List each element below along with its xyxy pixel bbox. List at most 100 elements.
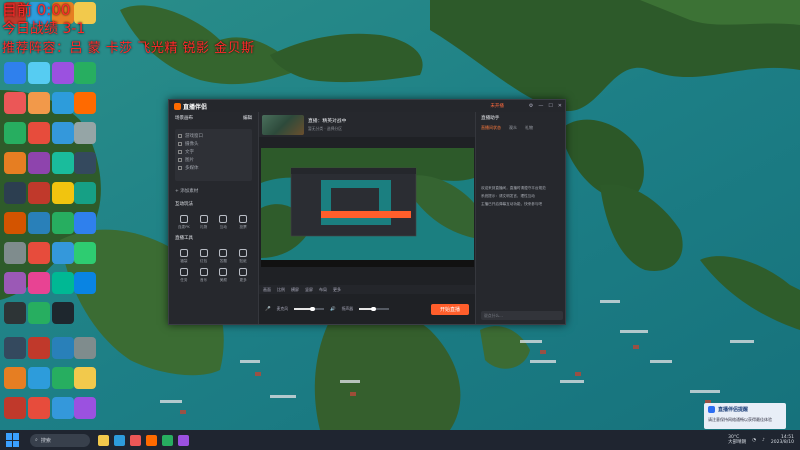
taskbar-app-icon[interactable] <box>98 434 109 446</box>
desktop-icon[interactable] <box>4 122 26 144</box>
taskbar-search[interactable]: ⌕ 搜索 <box>30 433 90 447</box>
tool-button[interactable]: 更多 <box>234 268 252 283</box>
checkbox-icon[interactable] <box>178 142 182 146</box>
desktop-icon[interactable] <box>74 62 96 84</box>
desktop-icon[interactable] <box>74 272 96 294</box>
toolbar-item[interactable]: 比例 <box>277 287 285 293</box>
desktop-icon[interactable] <box>74 397 96 419</box>
taskbar-app-icon[interactable] <box>178 434 189 446</box>
clock[interactable]: 14:51 2023/8/10 <box>771 435 794 446</box>
desktop-icon[interactable] <box>28 242 50 264</box>
desktop-icon[interactable] <box>28 212 50 234</box>
checkbox-icon[interactable] <box>178 158 182 162</box>
list-item[interactable]: 文字 <box>178 148 249 156</box>
desktop-icon[interactable] <box>28 92 50 114</box>
minimize-icon[interactable]: — <box>538 103 543 109</box>
app-title-bar[interactable]: 直播伴侣 未开播 ⚙ — ☐ ✕ <box>169 100 565 112</box>
desktop-icon[interactable] <box>52 272 74 294</box>
tool-button[interactable]: 红包 <box>195 249 213 264</box>
start-button[interactable] <box>6 433 20 447</box>
tool-button[interactable]: 投票 <box>234 215 252 230</box>
desktop-icon[interactable] <box>4 397 26 419</box>
chat-input[interactable]: 说点什么... <box>481 311 563 320</box>
desktop-icon[interactable] <box>74 242 96 264</box>
desktop-icon[interactable] <box>74 152 96 174</box>
desktop-icon[interactable] <box>52 122 74 144</box>
tool-button[interactable]: 贴纸 <box>234 249 252 264</box>
tool-button[interactable]: 互动 <box>215 215 233 230</box>
room-cover-thumbnail[interactable] <box>262 114 304 135</box>
tool-button[interactable]: 音乐 <box>195 268 213 283</box>
desktop-icon[interactable] <box>28 302 50 324</box>
toolbar-item[interactable]: 布局 <box>319 287 327 293</box>
toolbar-item[interactable]: 更多 <box>333 287 341 293</box>
list-item[interactable]: 图片 <box>178 156 249 164</box>
tab-status[interactable]: 直播间状态 <box>481 125 501 131</box>
list-item[interactable]: 游戏窗口 <box>178 132 249 140</box>
desktop-icon[interactable] <box>52 367 74 389</box>
checkbox-icon[interactable] <box>178 166 182 170</box>
close-icon[interactable]: ✕ <box>558 103 562 109</box>
tab-gifts[interactable]: 礼物 <box>525 125 533 131</box>
desktop-icon[interactable] <box>4 337 26 359</box>
speaker-volume-slider[interactable] <box>359 306 389 312</box>
checkbox-icon[interactable] <box>178 134 182 138</box>
desktop-icon[interactable] <box>52 337 74 359</box>
maximize-icon[interactable]: ☐ <box>548 103 552 109</box>
desktop-icon[interactable] <box>52 212 74 234</box>
mic-volume-slider[interactable] <box>294 306 324 312</box>
desktop-icon[interactable] <box>52 62 74 84</box>
toolbar-item[interactable]: 竖屏 <box>305 287 313 293</box>
live-preview-canvas[interactable] <box>261 148 474 267</box>
desktop-icon[interactable] <box>74 92 96 114</box>
volume-icon[interactable]: ♪ <box>762 438 765 443</box>
desktop-icon[interactable] <box>4 272 26 294</box>
tool-button[interactable]: 礼物 <box>195 215 213 230</box>
microphone-icon[interactable]: 🎤 <box>265 307 271 312</box>
desktop-icon[interactable] <box>28 182 50 204</box>
desktop-icon[interactable] <box>74 212 96 234</box>
desktop-icon[interactable] <box>52 302 74 324</box>
desktop-icon[interactable] <box>52 242 74 264</box>
taskbar-app-icon[interactable] <box>130 434 141 446</box>
room-title[interactable]: 直播：精英对战中 <box>308 117 346 124</box>
toolbar-item[interactable]: 画面 <box>263 287 271 293</box>
desktop-icon[interactable] <box>74 122 96 144</box>
tool-button[interactable]: 美颜 <box>215 268 233 283</box>
desktop-icon[interactable] <box>4 242 26 264</box>
list-item[interactable]: 多媒体 <box>178 164 249 172</box>
desktop-icon[interactable] <box>74 182 96 204</box>
desktop-icon[interactable] <box>28 122 50 144</box>
tool-button[interactable]: 连麦PK <box>175 215 193 230</box>
desktop-icon[interactable] <box>74 337 96 359</box>
network-icon[interactable]: ◔ <box>752 438 756 443</box>
add-source-button[interactable]: + 添加素材 <box>175 186 252 195</box>
desktop-icon[interactable] <box>4 302 26 324</box>
scene-edit-button[interactable]: 编辑 <box>243 115 252 121</box>
list-item[interactable]: 摄像头 <box>178 140 249 148</box>
desktop-icon[interactable] <box>28 272 50 294</box>
desktop-icon[interactable] <box>4 92 26 114</box>
tool-button[interactable]: 答题 <box>215 249 233 264</box>
speaker-icon[interactable]: 🔊 <box>330 307 336 312</box>
taskbar-app-icon[interactable] <box>114 434 125 446</box>
desktop-icon[interactable] <box>4 152 26 174</box>
desktop-icon[interactable] <box>28 152 50 174</box>
tab-audience[interactable]: 观众 <box>509 125 517 131</box>
start-live-button[interactable]: 开始直播 <box>431 303 469 315</box>
desktop-icon[interactable] <box>28 62 50 84</box>
taskbar-app-icon[interactable] <box>162 434 173 446</box>
desktop-icon[interactable] <box>28 397 50 419</box>
tool-button[interactable]: 福袋 <box>175 249 193 264</box>
taskbar-app-icon[interactable] <box>146 434 157 446</box>
toolbar-item[interactable]: 横屏 <box>291 287 299 293</box>
settings-icon[interactable]: ⚙ <box>529 103 533 109</box>
desktop-icon[interactable] <box>4 182 26 204</box>
desktop-icon[interactable] <box>52 92 74 114</box>
desktop-icon[interactable] <box>4 212 26 234</box>
desktop-icon[interactable] <box>28 337 50 359</box>
desktop-icon[interactable] <box>74 367 96 389</box>
tool-button[interactable]: 任务 <box>175 268 193 283</box>
desktop-icon[interactable] <box>52 182 74 204</box>
desktop-icon[interactable] <box>4 367 26 389</box>
